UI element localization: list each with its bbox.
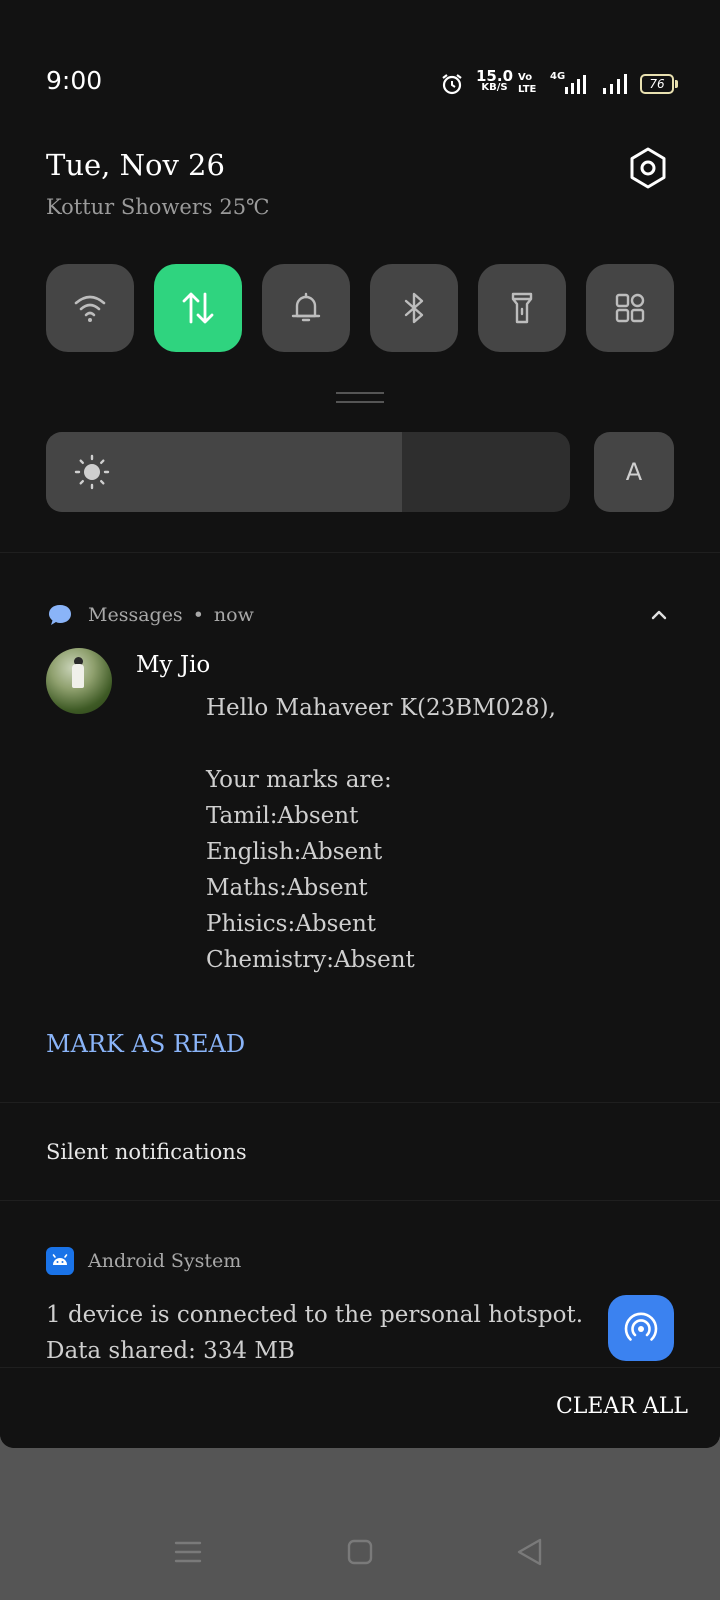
- bluetooth-icon: [404, 292, 424, 324]
- weather: Kottur Showers 25℃: [46, 195, 270, 219]
- chevron-up-icon[interactable]: [648, 604, 670, 626]
- tile-bluetooth[interactable]: [370, 264, 458, 352]
- android-icon: [46, 1247, 74, 1275]
- system-app-name: Android System: [88, 1250, 242, 1272]
- network-speed: 15.0 KB/S: [476, 67, 514, 94]
- hotspot-button[interactable]: [608, 1295, 674, 1361]
- battery-icon: 76: [640, 74, 678, 94]
- alarm-icon: [442, 74, 462, 95]
- signal-icon: [565, 75, 586, 94]
- wifi-icon: [74, 295, 106, 322]
- auto-brightness-button[interactable]: A: [594, 432, 674, 512]
- app-name: Messages: [88, 604, 183, 626]
- clear-all-button[interactable]: CLEAR ALL: [556, 1394, 688, 1419]
- speed-value: 15.0: [476, 67, 514, 85]
- tile-wifi[interactable]: [46, 264, 134, 352]
- bell-icon: [291, 292, 321, 322]
- hotspot-message[interactable]: 1 device is connected to the personal ho…: [46, 1297, 583, 1369]
- avatar: [46, 648, 112, 714]
- gear-icon[interactable]: [626, 146, 670, 190]
- notification-time: now: [213, 604, 254, 626]
- silent-notifications-header: Silent notifications: [46, 1140, 247, 1164]
- sun-icon: [74, 454, 110, 490]
- network-type: 4G: [550, 71, 566, 82]
- divider: [0, 1367, 720, 1368]
- mark-as-read-button[interactable]: MARK AS READ: [46, 1030, 245, 1058]
- tile-flashlight[interactable]: [478, 264, 566, 352]
- date: Tue, Nov 26: [46, 148, 225, 182]
- status-time: 9:00: [46, 66, 103, 95]
- battery-level: 76: [640, 74, 674, 94]
- hotspot-line-2: Data shared: 334 MB: [46, 1338, 295, 1364]
- speed-unit: KB/S: [481, 82, 508, 93]
- tile-sound[interactable]: [262, 264, 350, 352]
- notification-app-line: Messages • now: [88, 604, 254, 626]
- brightness-slider[interactable]: [46, 432, 570, 512]
- volte-top: Vo: [518, 72, 533, 83]
- grid-icon: [615, 293, 645, 323]
- message-body[interactable]: Hello Mahaveer K(23BM028), Your marks ar…: [206, 690, 556, 978]
- divider: [0, 552, 720, 553]
- back-icon[interactable]: [514, 1536, 546, 1568]
- home-icon[interactable]: [344, 1536, 376, 1568]
- flashlight-icon: [511, 292, 533, 324]
- divider: [0, 1200, 720, 1201]
- hotspot-line-1: 1 device is connected to the personal ho…: [46, 1302, 584, 1328]
- hotspot-icon: [624, 1312, 658, 1341]
- notification-shade: 9:00 15.0 KB/S Vo LTE 4G 76 Tue, Nov 26 …: [0, 0, 720, 1448]
- volte-indicator: Vo LTE: [518, 72, 536, 96]
- messages-app-icon: [49, 605, 71, 625]
- tile-mobile-data[interactable]: [154, 264, 242, 352]
- menu-icon[interactable]: [172, 1536, 204, 1568]
- tile-more[interactable]: [586, 264, 674, 352]
- drag-handle[interactable]: [336, 392, 384, 403]
- data-arrows-icon: [182, 292, 214, 324]
- sender-name: My Jio: [136, 652, 211, 678]
- volte-bottom: LTE: [518, 84, 537, 95]
- signal-icon-2: [603, 74, 627, 94]
- divider: [0, 1102, 720, 1103]
